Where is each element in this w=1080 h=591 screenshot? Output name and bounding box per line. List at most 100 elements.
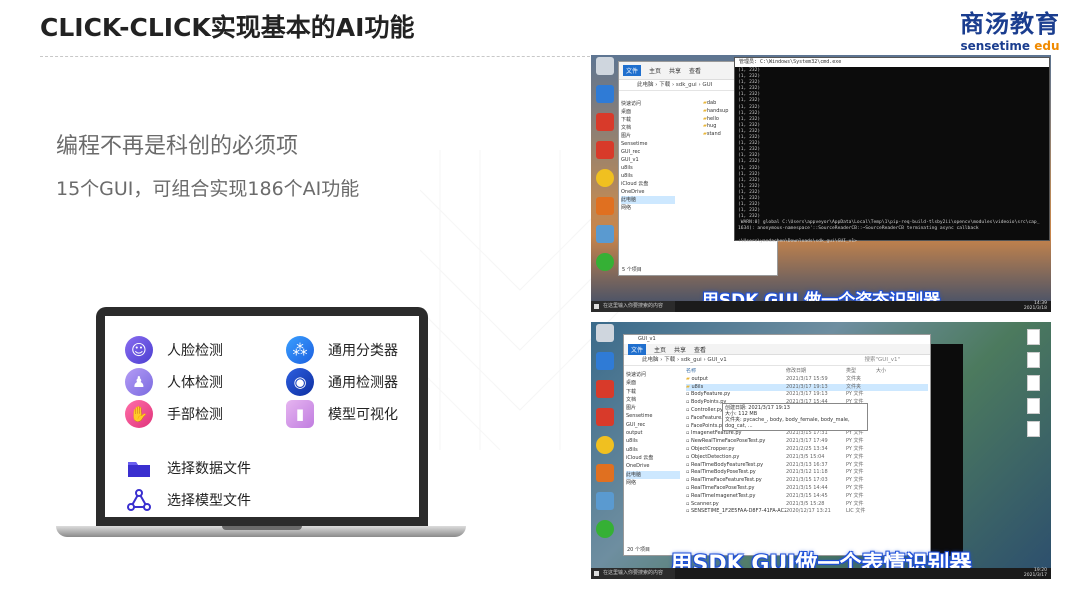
nav-item[interactable]: 文档 [621, 124, 675, 132]
col-name[interactable]: 名称 [686, 368, 786, 376]
feature-general-classifier[interactable]: ⁂ 通用分类器 [286, 336, 398, 364]
feature-label: 通用检测器 [328, 375, 398, 391]
table-row[interactable]: ▫ Scanner.py 2021/3/5 15:28 PY 文件 [686, 501, 928, 509]
table-row[interactable]: ▫ RealTimeFacePoseTest.py 2021/3/15 14:44… [686, 485, 928, 493]
table-row[interactable]: ▫ NewRealTimeFacePoseTest.py 2021/3/17 17… [686, 438, 928, 446]
feature-body-detection[interactable]: ♟ 人体检测 [125, 368, 223, 396]
cell-type: PY 文件 [846, 477, 864, 484]
taskbar-search[interactable]: 在这里输入你要搜索的内容 [591, 301, 675, 312]
screenshot-pose-recognizer: 文件 主页 共享 查看 此电脑 › 下载 › sdk_gui › GUI 快速访… [591, 55, 1051, 312]
windows-start-icon[interactable] [594, 571, 599, 576]
cell-name: ▫ RealTimeFaceFeatureTest.py [686, 477, 762, 484]
table-row[interactable]: ▫ RealTimeImagenetTest.py 2021/3/15 14:45… [686, 493, 928, 501]
nav-item[interactable]: 此电脑 [621, 196, 675, 204]
ribbon-tab-share[interactable]: 共享 [674, 345, 686, 354]
ribbon-tab-share[interactable]: 共享 [669, 66, 681, 75]
col-type[interactable]: 类型 [846, 368, 876, 376]
ribbon-tab-home[interactable]: 主页 [649, 66, 661, 75]
feature-face-detection[interactable]: ☺ 人脸检测 [125, 336, 223, 364]
nav-item[interactable]: OneDrive [626, 462, 680, 470]
table-row[interactable]: ▫ ImagenetFeature.py 2021/3/15 17:31 PY 文件 [686, 430, 928, 438]
chrome-icon [596, 436, 614, 454]
logo-chinese-name: 商汤教育 [960, 10, 1060, 38]
nav-item[interactable]: Sensetime [621, 140, 675, 148]
ribbon-tab-home[interactable]: 主页 [654, 345, 666, 354]
nav-item[interactable]: 桌面 [626, 379, 680, 387]
feature-hand-detection[interactable]: ✋ 手部检测 [125, 400, 223, 428]
nav-item[interactable]: 桌面 [621, 108, 675, 116]
nav-item[interactable]: 快速访问 [621, 100, 675, 108]
cell-type: PY 文件 [846, 492, 864, 499]
cell-type: PY 文件 [846, 445, 864, 452]
table-row[interactable]: ▫ RealTimeBodyFeatureTest.py 2021/3/13 16… [686, 462, 928, 470]
nav-pane: 快速访问 桌面 下载 文档 图片 Sensetime GUI_rec GUI_v… [621, 100, 675, 212]
folder-icon [125, 454, 153, 482]
nav-item[interactable]: 文档 [626, 396, 680, 404]
page-title: CLICK-CLICK实现基本的AI功能 [40, 13, 415, 42]
nav-item[interactable]: u8ils [621, 172, 675, 180]
taskbar: 在这里输入你要搜索的内容 14:39 2021/3/18 [591, 301, 1051, 312]
table-row[interactable]: ▫ SENSETIME_1F2E5FAA-D8F7-41FA-AC2A-...2… [686, 508, 928, 516]
search-box[interactable]: 搜索"GUI_v1" [865, 355, 900, 365]
pdf-icon [596, 380, 614, 398]
nav-item[interactable]: iCloud 云盘 [621, 180, 675, 188]
table-row[interactable]: ▫ BodyFeature.py 2021/3/17 19:13 PY 文件 [686, 391, 928, 399]
nav-item[interactable]: 网络 [626, 479, 680, 487]
app-icon [596, 225, 614, 243]
select-model-label: 选择模型文件 [167, 493, 251, 509]
chrome-icon [596, 169, 614, 187]
nav-item[interactable]: u8ils [621, 164, 675, 172]
nav-item[interactable]: output [626, 429, 680, 437]
table-row[interactable]: ▫ ObjectCropper.py 2021/2/25 13:34 PY 文件 [686, 446, 928, 454]
nav-item[interactable]: 此电脑 [626, 470, 680, 479]
feature-model-visualization[interactable]: ▮ 模型可视化 [286, 400, 398, 428]
table-row[interactable]: ▰ u8ils 2021/3/17 19:13 文件夹 [686, 383, 928, 392]
ribbon-tab-file[interactable]: 文件 [623, 65, 642, 76]
windows-start-icon[interactable] [594, 304, 599, 309]
app-icon [596, 85, 614, 103]
table-row[interactable]: ▰ output 2021/3/17 15:59 文件夹 [686, 376, 928, 384]
bar-chart-icon: ▮ [286, 400, 314, 428]
nav-item[interactable]: Sensetime [626, 412, 680, 420]
nav-item[interactable]: 快速访问 [626, 371, 680, 379]
nav-item[interactable]: 图片 [626, 404, 680, 412]
nav-item[interactable]: u8ils [626, 437, 680, 445]
document-icon [1026, 375, 1040, 391]
ribbon-tab-file[interactable]: 文件 [628, 343, 647, 355]
ribbon-tab-view[interactable]: 查看 [694, 345, 706, 354]
desktop-icons [593, 324, 617, 548]
cell-date: 2021/3/15 14:45 [786, 492, 828, 499]
taskbar-clock: 19:20 2021/3/17 [1024, 568, 1047, 578]
cmd-window-edge [927, 344, 963, 556]
nav-item[interactable]: 图片 [621, 132, 675, 140]
taskbar-search[interactable]: 在这里输入你要搜索的内容 [591, 568, 675, 579]
nav-item[interactable]: GUI_v1 [621, 156, 675, 164]
ribbon-tab-view[interactable]: 查看 [689, 66, 701, 75]
logo-english-name: sensetime edu [950, 39, 1070, 53]
nav-item[interactable]: 下载 [626, 388, 680, 396]
cell-type: LIC 文件 [846, 508, 866, 515]
folder-tooltip: 创建日期: 2021/3/17 19:13 大小: 112 MB 文件夹: py… [722, 403, 868, 431]
nav-item[interactable]: OneDrive [621, 188, 675, 196]
clock-date: 2021/3/18 [1023, 305, 1047, 311]
select-data-label: 选择数据文件 [167, 461, 251, 477]
nav-item[interactable]: u8ils [626, 446, 680, 454]
table-row[interactable]: ▫ ObjectDetection.py 2021/3/5 15:04 PY 文件 [686, 454, 928, 462]
col-date[interactable]: 修改日期 [786, 368, 846, 376]
nav-item[interactable]: 下载 [621, 116, 675, 124]
col-size[interactable]: 大小 [876, 368, 906, 376]
table-row[interactable]: ▫ RealTimeFaceFeatureTest.py 2021/3/15 17… [686, 477, 928, 485]
feature-general-detector[interactable]: ◉ 通用检测器 [286, 368, 398, 396]
select-model-file-button[interactable]: 选择模型文件 [125, 486, 251, 514]
recycle-bin-icon [596, 57, 614, 75]
nav-item[interactable]: GUI_rec [626, 421, 680, 429]
nav-item[interactable]: GUI_rec [621, 148, 675, 156]
address-bar[interactable]: 此电脑 › 下载 › sdk_gui › GUI_v1 搜索"GUI_v1" [624, 355, 930, 366]
cmd-output: (1, 232) (1, 232) (1, 232) (1, 232) (1, … [738, 68, 1040, 244]
table-row[interactable]: ▫ RealTimeBodyPoseTest.py 2021/3/12 11:18… [686, 469, 928, 477]
nav-item[interactable]: 网络 [621, 204, 675, 212]
cell-type: 文件夹 [846, 375, 862, 382]
taskbar-search-text: 在这里输入你要搜索的内容 [603, 570, 664, 576]
select-data-file-button[interactable]: 选择数据文件 [125, 454, 251, 482]
nav-item[interactable]: iCloud 云盘 [626, 454, 680, 462]
